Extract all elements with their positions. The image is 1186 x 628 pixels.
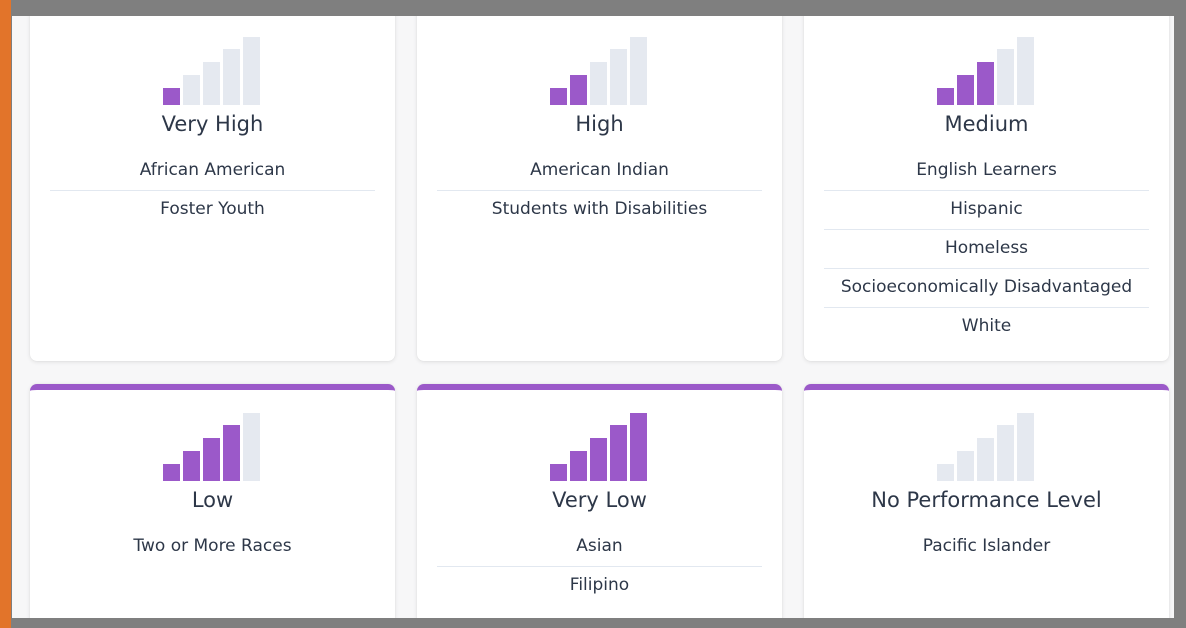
signal-bar-2 xyxy=(569,451,587,481)
student-group-list: Pacific Islander xyxy=(824,528,1149,566)
student-group-item: Two or More Races xyxy=(133,536,292,556)
level-title: Very High xyxy=(161,112,264,136)
level-title: No Performance Level xyxy=(871,488,1102,512)
student-group-item: White xyxy=(961,316,1012,336)
signal-strength-icon xyxy=(162,413,263,481)
signal-bar-4 xyxy=(222,49,240,105)
card-medium: Medium English Learners Hispanic Homeles… xyxy=(804,16,1169,361)
level-title: Low xyxy=(191,488,234,512)
student-group-item: African American xyxy=(50,152,375,191)
student-group-item: Students with Disabilities xyxy=(491,199,708,219)
signal-bar-5 xyxy=(242,413,260,481)
signal-bar-4 xyxy=(609,49,627,105)
signal-strength-icon xyxy=(549,413,650,481)
student-group-item: Filipino xyxy=(569,575,630,595)
level-title: Medium xyxy=(944,112,1029,136)
signal-bar-4 xyxy=(996,425,1014,481)
signal-bar-3 xyxy=(202,62,220,105)
signal-bar-5 xyxy=(242,37,260,105)
student-group-item: Asian xyxy=(437,528,762,567)
signal-bar-3 xyxy=(589,438,607,481)
signal-bar-4 xyxy=(222,425,240,481)
signal-bar-2 xyxy=(182,451,200,481)
signal-bar-1 xyxy=(549,464,567,481)
signal-bar-5 xyxy=(629,413,647,481)
left-edge-strip xyxy=(0,0,11,628)
signal-bar-3 xyxy=(976,62,994,105)
student-group-item: Homeless xyxy=(824,230,1149,269)
student-group-list: Two or More Races xyxy=(50,528,375,566)
student-group-item: Hispanic xyxy=(824,191,1149,230)
signal-bar-5 xyxy=(1016,37,1034,105)
student-group-item: Pacific Islander xyxy=(922,536,1051,556)
card-very-low: Very Low Asian Filipino xyxy=(417,384,782,618)
signal-bar-3 xyxy=(589,62,607,105)
signal-bar-1 xyxy=(936,88,954,105)
student-group-list: African American Foster Youth xyxy=(50,152,375,229)
card-very-high: Very High African American Foster Youth xyxy=(30,16,395,361)
signal-bar-1 xyxy=(549,88,567,105)
signal-bar-3 xyxy=(976,438,994,481)
student-group-item: English Learners xyxy=(824,152,1149,191)
signal-bar-5 xyxy=(629,37,647,105)
student-group-list: American Indian Students with Disabiliti… xyxy=(437,152,762,229)
signal-bar-2 xyxy=(956,75,974,105)
signal-bar-1 xyxy=(936,464,954,481)
signal-bar-3 xyxy=(202,438,220,481)
signal-strength-icon xyxy=(162,37,263,105)
signal-bar-2 xyxy=(956,451,974,481)
signal-bar-2 xyxy=(569,75,587,105)
signal-bar-4 xyxy=(996,49,1014,105)
signal-bar-1 xyxy=(162,88,180,105)
card-low: Low Two or More Races xyxy=(30,384,395,618)
card-no-performance-level: No Performance Level Pacific Islander xyxy=(804,384,1169,618)
signal-strength-icon xyxy=(936,413,1037,481)
student-group-list: English Learners Hispanic Homeless Socio… xyxy=(824,152,1149,346)
student-group-item: American Indian xyxy=(437,152,762,191)
performance-levels-panel: Very High African American Foster Youth … xyxy=(12,16,1174,618)
signal-strength-icon xyxy=(549,37,650,105)
level-title: Very Low xyxy=(552,488,647,512)
signal-bar-1 xyxy=(162,464,180,481)
student-group-list: Asian Filipino xyxy=(437,528,762,605)
signal-bar-5 xyxy=(1016,413,1034,481)
signal-strength-icon xyxy=(936,37,1037,105)
level-title: High xyxy=(575,112,624,136)
student-group-item: Foster Youth xyxy=(160,199,265,219)
card-high: High American Indian Students with Disab… xyxy=(417,16,782,361)
signal-bar-2 xyxy=(182,75,200,105)
student-group-item: Socioeconomically Disadvantaged xyxy=(824,269,1149,308)
signal-bar-4 xyxy=(609,425,627,481)
